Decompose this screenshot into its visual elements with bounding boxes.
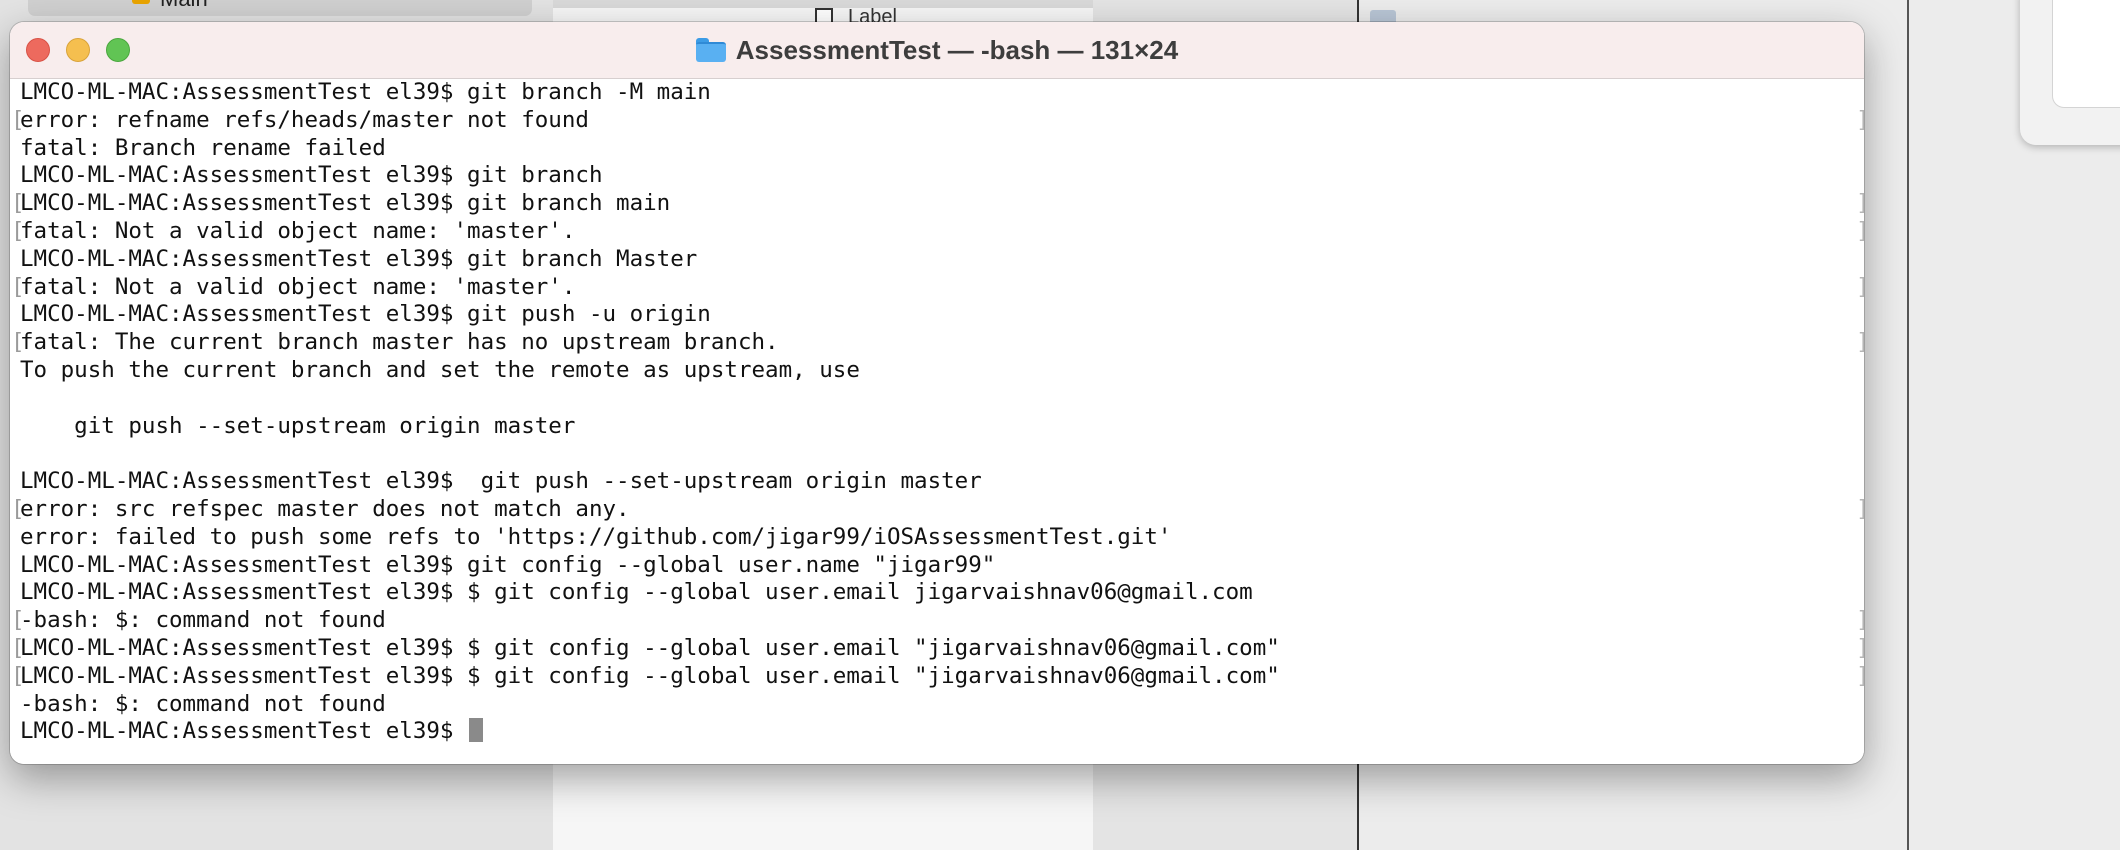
terminal-line: -bash: $: command not found: [20, 691, 1864, 719]
line-mark-left: [: [11, 634, 25, 661]
line-mark-left: [: [11, 217, 25, 244]
terminal-line-text: LMCO-ML-MAC:AssessmentTest el39$ $ git c…: [20, 662, 1280, 689]
title-bar[interactable]: AssessmentTest — -bash — 131×24: [10, 22, 1864, 79]
terminal-line: LMCO-ML-MAC:AssessmentTest el39$: [20, 718, 1864, 746]
terminal-line: [fatal: Not a valid object name: 'master…: [11, 217, 1864, 246]
line-mark-right: ]: [1856, 218, 1864, 246]
terminal-line: [LMCO-ML-MAC:AssessmentTest el39$ $ git …: [11, 634, 1864, 663]
storyboard-icon: [132, 0, 150, 4]
window-title: AssessmentTest — -bash — 131×24: [735, 34, 1179, 65]
line-mark-right: ]: [1856, 190, 1864, 218]
terminal-line: LMCO-ML-MAC:AssessmentTest el39$ git pus…: [20, 301, 1864, 329]
terminal-line-text: error: src refspec master does not match…: [20, 495, 630, 522]
line-mark-right: ]: [1856, 107, 1864, 135]
terminal-line-text: fatal: The current branch master has no …: [20, 329, 779, 356]
background-canvas-strip: [553, 0, 1093, 8]
terminal-line: git push --set-upstream origin master: [20, 413, 1864, 441]
terminal-line-text: fatal: Not a valid object name: 'master'…: [20, 217, 576, 244]
terminal-line-text: LMCO-ML-MAC:AssessmentTest el39$ git bra…: [20, 245, 698, 272]
terminal-line: fatal: Branch rename failed: [20, 135, 1864, 163]
background-sheet-inner: [2052, 0, 2120, 108]
terminal-line-text: LMCO-ML-MAC:AssessmentTest el39$: [20, 718, 468, 745]
terminal-line-text: -bash: $: command not found: [20, 607, 386, 634]
terminal-line-text: error: refname refs/heads/master not fou…: [20, 106, 589, 133]
terminal-output[interactable]: LMCO-ML-MAC:AssessmentTest el39$ git bra…: [10, 79, 1864, 764]
terminal-line-text: LMCO-ML-MAC:AssessmentTest el39$ git con…: [20, 551, 996, 578]
terminal-line: LMCO-ML-MAC:AssessmentTest el39$ git bra…: [20, 246, 1864, 274]
terminal-line: error: failed to push some refs to 'http…: [20, 524, 1864, 552]
terminal-line: [LMCO-ML-MAC:AssessmentTest el39$ $ git …: [11, 662, 1864, 691]
terminal-line-text: To push the current branch and set the r…: [20, 356, 860, 383]
terminal-line-text: -bash: $: command not found: [20, 690, 386, 717]
line-mark-left: [: [11, 190, 25, 217]
line-mark-right: ]: [1856, 496, 1864, 524]
terminal-line-text: LMCO-ML-MAC:AssessmentTest el39$ $ git c…: [20, 579, 1253, 606]
line-mark-right: ]: [1856, 329, 1864, 357]
folder-icon: [695, 38, 726, 62]
terminal-line: [error: src refspec master does not matc…: [11, 495, 1864, 524]
terminal-line-text: LMCO-ML-MAC:AssessmentTest el39$ git bra…: [20, 79, 711, 105]
line-mark-left: [: [11, 106, 25, 133]
terminal-line: [-bash: $: command not found]: [11, 607, 1864, 635]
terminal-line: LMCO-ML-MAC:AssessmentTest el39$ git bra…: [20, 79, 1864, 107]
terminal-line: [LMCO-ML-MAC:AssessmentTest el39$ git br…: [11, 190, 1864, 218]
background-sidebar-item-label: Main: [160, 0, 208, 12]
terminal-line: To push the current branch and set the r…: [20, 357, 1864, 385]
text-cursor: [469, 718, 484, 743]
terminal-line-text: LMCO-ML-MAC:AssessmentTest el39$ git pus…: [20, 468, 982, 495]
terminal-line: [fatal: The current branch master has no…: [11, 329, 1864, 357]
terminal-line-text: LMCO-ML-MAC:AssessmentTest el39$ git bra…: [20, 162, 603, 189]
line-mark-left: [: [11, 495, 25, 522]
terminal-line-text: git push --set-upstream origin master: [20, 412, 576, 439]
line-mark-left: [: [11, 273, 25, 300]
terminal-line: [fatal: Not a valid object name: 'master…: [11, 273, 1864, 302]
terminal-line-text: fatal: Branch rename failed: [20, 134, 386, 161]
terminal-line-text: LMCO-ML-MAC:AssessmentTest el39$ git pus…: [20, 301, 711, 328]
terminal-line: LMCO-ML-MAC:AssessmentTest el39$ git bra…: [20, 162, 1864, 190]
terminal-line: [error: refname refs/heads/master not fo…: [11, 106, 1864, 135]
terminal-line-text: LMCO-ML-MAC:AssessmentTest el39$ git bra…: [20, 190, 671, 217]
line-mark-right: ]: [1856, 635, 1864, 663]
terminal-line: LMCO-ML-MAC:AssessmentTest el39$ git pus…: [20, 468, 1864, 496]
line-mark-left: [: [11, 607, 25, 634]
window-title-group: AssessmentTest — -bash — 131×24: [10, 22, 1864, 78]
line-mark-left: [: [11, 662, 25, 689]
terminal-line: LMCO-ML-MAC:AssessmentTest el39$ $ git c…: [20, 579, 1864, 607]
background-sidebar-selected-item[interactable]: Main: [28, 0, 532, 16]
terminal-window[interactable]: AssessmentTest — -bash — 131×24 LMCO-ML-…: [10, 22, 1864, 764]
line-mark-left: [: [11, 329, 25, 356]
terminal-line: LMCO-ML-MAC:AssessmentTest el39$ git con…: [20, 552, 1864, 580]
terminal-line-text: LMCO-ML-MAC:AssessmentTest el39$ $ git c…: [20, 634, 1280, 661]
terminal-line-text: fatal: Not a valid object name: 'master'…: [20, 273, 576, 300]
terminal-line-text: error: failed to push some refs to 'http…: [20, 523, 1172, 550]
line-mark-right: ]: [1856, 274, 1864, 302]
line-mark-right: ]: [1856, 607, 1864, 635]
line-mark-right: ]: [1856, 663, 1864, 691]
